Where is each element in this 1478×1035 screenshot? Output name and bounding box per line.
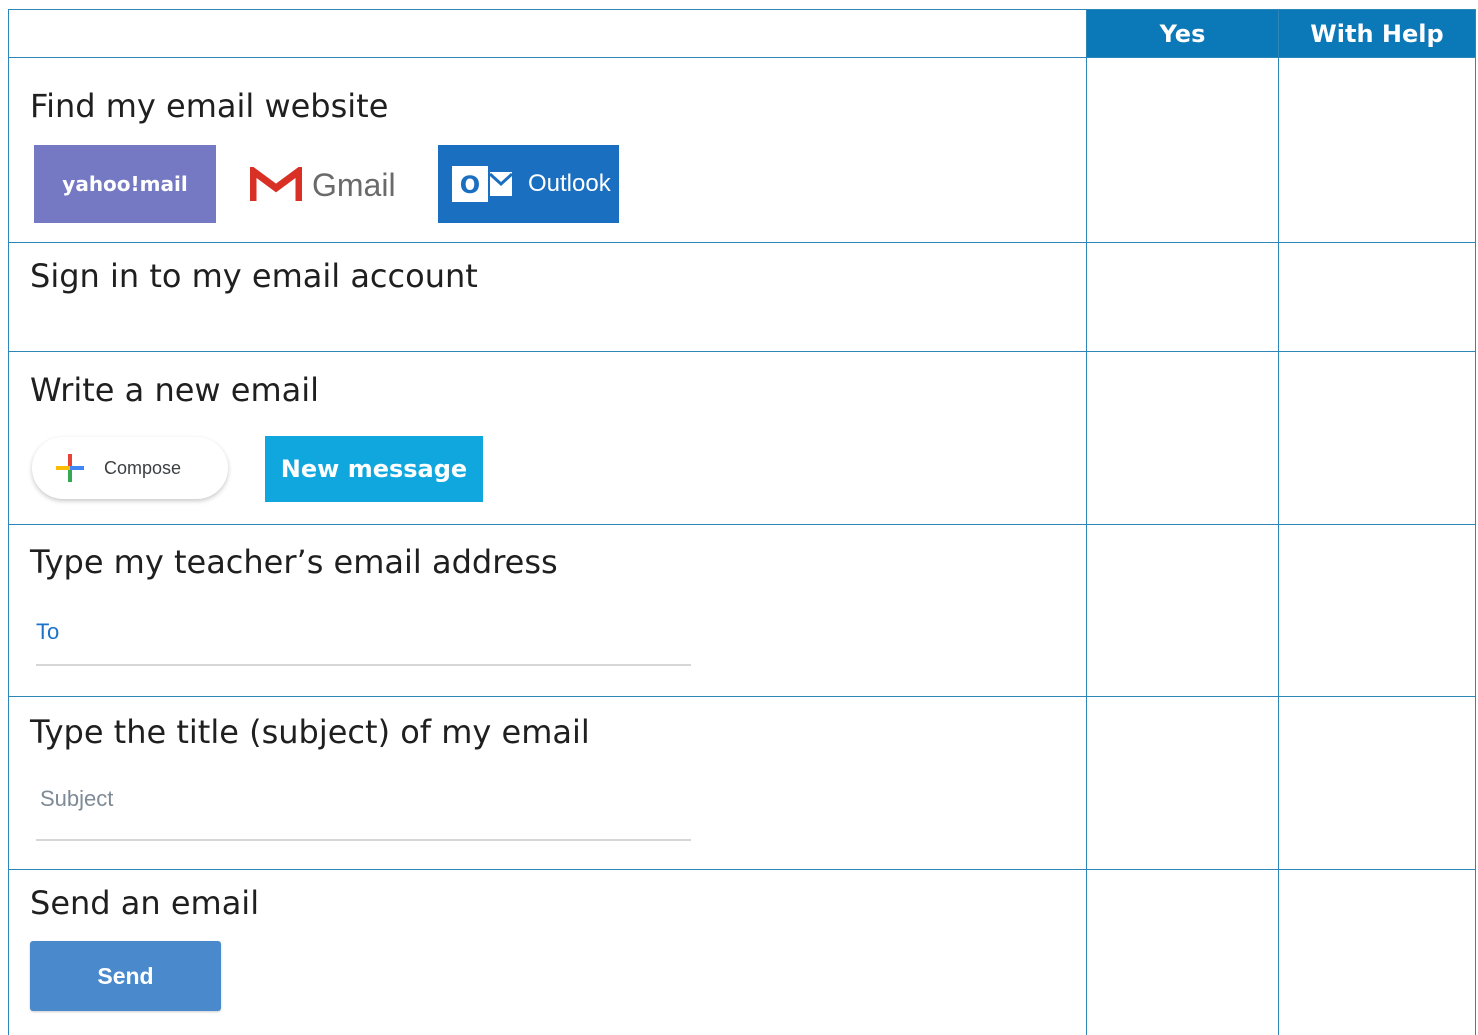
row-title-write-email: Write a new email — [30, 371, 319, 409]
row-title-find-website: Find my email website — [30, 87, 389, 125]
table-border-left — [8, 9, 9, 1035]
row-title-sign-in: Sign in to my email account — [30, 257, 478, 295]
row-divider — [8, 57, 1476, 58]
compose-button[interactable]: Compose — [32, 437, 228, 499]
outlook-envelope-icon: O — [452, 166, 514, 202]
send-button-label: Send — [97, 962, 154, 989]
new-message-button[interactable]: New message — [265, 436, 483, 502]
row-divider — [8, 524, 1476, 525]
outlook-logo-text: Outlook — [528, 170, 611, 197]
table-border-right — [1475, 9, 1476, 1035]
column-divider — [1086, 9, 1087, 1035]
header-with-help: With Help — [1279, 10, 1475, 57]
yahoo-mail-logo[interactable]: yahoo!mail — [34, 145, 216, 223]
subject-field-placeholder[interactable]: Subject — [40, 786, 113, 812]
gmail-logo[interactable]: Gmail — [250, 157, 420, 213]
to-field-underline[interactable] — [36, 664, 691, 666]
plus-icon — [56, 454, 84, 482]
row-divider — [8, 696, 1476, 697]
row-title-send-email: Send an email — [30, 884, 260, 922]
header-yes: Yes — [1087, 10, 1278, 57]
outlook-logo[interactable]: O Outlook — [438, 145, 619, 223]
row-divider — [8, 869, 1476, 870]
subject-field-underline[interactable] — [36, 839, 691, 841]
outlook-badge-letter: O — [460, 171, 480, 199]
new-message-button-label: New message — [280, 455, 468, 483]
to-field-label: To — [36, 619, 60, 644]
row-divider — [8, 351, 1476, 352]
row-title-type-subject: Type the title (subject) of my email — [30, 713, 590, 751]
header-yes-label: Yes — [1159, 19, 1206, 48]
row-divider — [8, 242, 1476, 243]
send-button[interactable]: Send — [30, 941, 221, 1011]
yahoo-mail-logo-text: yahoo!mail — [62, 172, 188, 196]
row-title-type-address: Type my teacher’s email address — [30, 543, 558, 581]
checklist-table: Yes With Help Find my email website Sign… — [8, 9, 1476, 1035]
compose-button-label: Compose — [104, 457, 182, 478]
column-divider — [1278, 9, 1279, 1035]
header-with-help-label: With Help — [1310, 19, 1444, 48]
gmail-logo-text: Gmail — [312, 166, 396, 203]
gmail-m-icon — [250, 167, 302, 201]
